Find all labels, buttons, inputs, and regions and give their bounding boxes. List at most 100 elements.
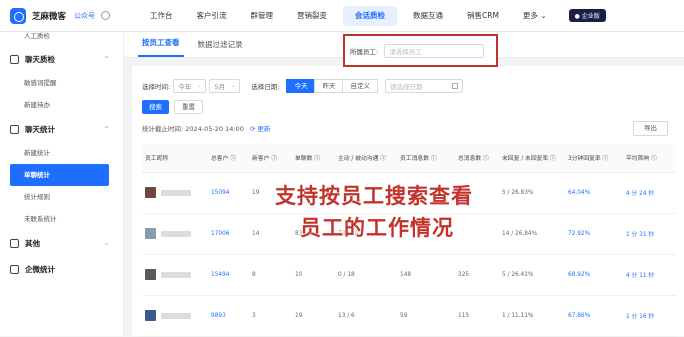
employee-messages-cell: 59 [397,295,455,337]
reply-rate-cell: 67.86% [565,295,623,337]
table-row[interactable]: 9893 3 19 13 / 6 59 115 1 / 11.11% 67.86… [142,295,676,337]
employee-select-input[interactable]: 请选择员工 [384,43,485,58]
active-passive-cell: 13 / 6 [335,295,397,337]
nav-group-management[interactable]: 群管理 [239,0,286,32]
new-customers-cell: 14 [249,213,292,255]
employee-stats-table: 员工昵称 总客户 ⓘ 新客户 ⓘ 单聊数 ⓘ 主动 / 被动沟通 ⓘ 员工消息数… [142,144,676,337]
export-button[interactable]: 导出 [633,121,668,136]
enterprise-badge[interactable]: ● 企业版 [568,9,606,22]
sidebar-item-single-chat-stats[interactable]: 单聊统计 [10,164,109,186]
employee-name-blurred [161,230,191,237]
wecom-stats-icon [10,264,19,274]
filter-row: 选择时间: 今年 ⌄ 5月 ⌄ 选择日期: 今天 昨天 自定义 请选择日期 [142,78,463,94]
reply-rate-cell: 72.92% [565,213,623,255]
total-customers-cell[interactable]: 17006 [208,213,249,255]
first-response-cell: 4 分 24 秒 [623,172,676,214]
total-messages-cell [455,172,499,214]
no-reply-cell: 1 / 11.11% [499,295,565,337]
account-type-link[interactable]: 公众号 [74,11,95,21]
sidebar-item-no-contact-stats[interactable]: 未联系统计 [0,208,123,230]
sidebar: 人工质检 聊天质检 ^ 敏感词提醒 新建待办 聊天统计 ^ 新建统计 单聊统计 … [0,32,124,336]
main-nav: 工作台 客户引流 群管理 营销裂变 会话质检 数据互通 销售CRM 更多 ⌄ [138,0,559,32]
settings-icon[interactable] [101,11,111,20]
refresh-label: 更新 [257,125,271,133]
col-new-customers[interactable]: 新客户 ⓘ [249,144,292,173]
nav-session-quality[interactable]: 会话质检 [343,5,397,26]
col-total-customers[interactable]: 总客户 ⓘ [208,144,249,173]
nav-marketing[interactable]: 营销裂变 [285,0,339,32]
refresh-link[interactable]: ⟳ 更新 [250,123,271,133]
search-button[interactable]: 搜索 [142,100,169,114]
sidebar-group-label: 聊天统计 [25,124,55,134]
employee-name-blurred [161,312,191,319]
nav-sales-crm[interactable]: 销售CRM [455,0,511,32]
tab-by-employee[interactable]: 按员工查看 [138,37,184,57]
total-messages-cell [455,213,499,255]
date-label: 选择日期: [251,83,280,91]
calendar-icon [451,83,458,89]
month-select[interactable]: 5月 ⌄ [209,79,241,93]
sidebar-item-new-todo[interactable]: 新建待办 [0,94,123,116]
employee-messages-cell [397,213,455,255]
table-row[interactable]: 17006 14 83 73 / 10 14 / 26.84% 72.92% 1… [142,213,676,255]
reset-button[interactable]: 重置 [174,100,203,114]
avatar [145,310,156,321]
chevron-down-icon: ⌄ [103,239,109,247]
date-custom-button[interactable]: 自定义 [342,79,378,93]
nav-data-sync[interactable]: 数据互通 [401,0,455,32]
employee-messages-cell: 148 [397,254,455,296]
employee-label: 所属员工: [350,47,379,56]
sidebar-item-manual-check[interactable]: 人工质检 [0,32,123,46]
chat-check-icon [10,54,19,64]
employee-cell [142,254,208,296]
top-bar: 芝麻微客 公众号 工作台 客户引流 群管理 营销裂变 会话质检 数据互通 销售C… [0,0,684,32]
col-total-messages[interactable]: 总消息数 ⓘ [455,144,499,173]
col-employee-messages[interactable]: 员工消息数 ⓘ [397,144,455,173]
active-passive-cell [335,172,397,214]
sidebar-item-new-stats[interactable]: 新建统计 [0,142,123,164]
col-employee-name[interactable]: 员工昵称 [142,144,208,173]
stat-time-text: 统计截止时间: 2024-05-20 14:00 [142,125,244,133]
avatar [145,228,156,239]
employee-cell [142,172,208,214]
table-row[interactable]: 15094 19 5 / 26.83% 64.04% 4 分 24 秒 [142,172,676,214]
logo-icon [10,7,26,24]
nav-more[interactable]: 更多 ⌄ [511,0,559,32]
total-customers-cell[interactable]: 15094 [208,172,249,214]
col-single-chats[interactable]: 单聊数 ⓘ [292,144,335,173]
brand-logo[interactable]: 芝麻微客 公众号 [0,7,124,24]
col-no-reply[interactable]: 未回复 / 未回复率 ⓘ [499,144,565,173]
sidebar-group-chat-stats[interactable]: 聊天统计 ^ [0,116,123,142]
time-label: 选择时间: [142,83,171,91]
date-picker-input[interactable]: 请选择日期 [384,79,463,93]
brand-name: 芝麻微客 [32,11,67,22]
col-active-passive[interactable]: 主动 / 被动沟通 ⓘ [335,144,397,173]
no-reply-cell: 5 / 26.41% [499,254,565,296]
tab-filter-records[interactable]: 数据过滤记录 [194,39,247,57]
nav-workbench[interactable]: 工作台 [138,0,185,32]
sidebar-group-other[interactable]: 其他 ⌄ [0,230,123,256]
total-customers-cell[interactable]: 9893 [208,295,249,337]
employee-filter-highlight: 所属员工: 请选择员工 [343,34,498,67]
no-reply-cell: 14 / 26.84% [499,213,565,255]
action-buttons: 搜索 重置 [142,100,203,114]
content-panel: 选择时间: 今年 ⌄ 5月 ⌄ 选择日期: 今天 昨天 自定义 请选择日期 搜索 重… [132,66,684,337]
nav-customer-acquisition[interactable]: 客户引流 [185,0,239,32]
date-today-button[interactable]: 今天 [286,79,316,93]
col-3min-reply-rate[interactable]: 3分钟回复率 ⓘ [565,144,623,173]
date-yesterday-button[interactable]: 昨天 [314,79,344,93]
month-value: 5月 [214,83,226,91]
single-chats-cell: 19 [292,295,335,337]
sidebar-item-stats-rules[interactable]: 统计规则 [0,186,123,208]
sidebar-item-sensitive-words[interactable]: 敏感词提醒 [0,72,123,94]
table-row[interactable]: 15494 8 10 0 / 18 148 325 5 / 26.41% 68.… [142,254,676,296]
sidebar-group-wecom-stats[interactable]: 企微统计 [0,256,123,282]
sidebar-group-chat-check[interactable]: 聊天质检 ^ [0,46,123,72]
sidebar-group-label: 聊天质检 [25,54,55,64]
active-passive-cell: 0 / 18 [335,254,397,296]
col-avg-first-response[interactable]: 平均首响 ⓘ [623,144,676,173]
year-select[interactable]: 今年 ⌄ [173,79,207,93]
total-messages-cell: 115 [455,295,499,337]
new-customers-cell: 19 [249,172,292,214]
total-customers-cell[interactable]: 15494 [208,254,249,296]
